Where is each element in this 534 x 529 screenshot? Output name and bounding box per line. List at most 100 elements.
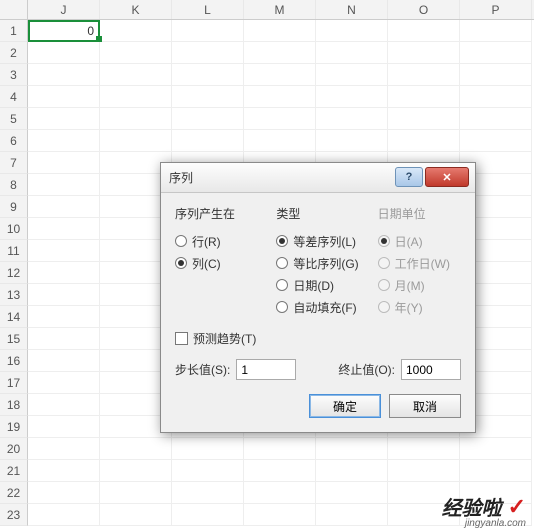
cell[interactable] bbox=[172, 86, 244, 108]
cell[interactable] bbox=[316, 42, 388, 64]
cell[interactable] bbox=[28, 152, 100, 174]
cell[interactable] bbox=[316, 130, 388, 152]
cell[interactable] bbox=[460, 438, 532, 460]
cancel-button[interactable]: 取消 bbox=[389, 394, 461, 418]
cell[interactable] bbox=[28, 350, 100, 372]
cell[interactable] bbox=[172, 64, 244, 86]
cell[interactable] bbox=[100, 438, 172, 460]
cell[interactable] bbox=[316, 20, 388, 42]
cell[interactable] bbox=[316, 86, 388, 108]
cell[interactable] bbox=[388, 108, 460, 130]
cell[interactable] bbox=[100, 64, 172, 86]
col-header[interactable]: M bbox=[244, 0, 316, 19]
cell[interactable] bbox=[460, 108, 532, 130]
row-header[interactable]: 21 bbox=[0, 460, 28, 482]
cell[interactable] bbox=[244, 86, 316, 108]
cell[interactable] bbox=[28, 394, 100, 416]
cell[interactable] bbox=[244, 108, 316, 130]
cell[interactable] bbox=[460, 42, 532, 64]
cell[interactable] bbox=[28, 306, 100, 328]
row-header[interactable]: 15 bbox=[0, 328, 28, 350]
cell[interactable] bbox=[28, 284, 100, 306]
cell[interactable]: 0 bbox=[28, 20, 100, 42]
radio-rows[interactable]: 行(R) bbox=[175, 230, 258, 252]
cell[interactable] bbox=[100, 482, 172, 504]
cell[interactable] bbox=[100, 86, 172, 108]
col-header[interactable]: O bbox=[388, 0, 460, 19]
cell[interactable] bbox=[316, 108, 388, 130]
cell[interactable] bbox=[316, 64, 388, 86]
row-header[interactable]: 9 bbox=[0, 196, 28, 218]
cell[interactable] bbox=[28, 460, 100, 482]
cell[interactable] bbox=[316, 504, 388, 526]
row-header[interactable]: 1 bbox=[0, 20, 28, 42]
cell[interactable] bbox=[28, 416, 100, 438]
select-all-corner[interactable] bbox=[0, 0, 28, 19]
cell[interactable] bbox=[28, 64, 100, 86]
cell[interactable] bbox=[28, 86, 100, 108]
cell[interactable] bbox=[388, 42, 460, 64]
row-header[interactable]: 11 bbox=[0, 240, 28, 262]
cell[interactable] bbox=[244, 438, 316, 460]
cell[interactable] bbox=[28, 438, 100, 460]
row-header[interactable]: 8 bbox=[0, 174, 28, 196]
row-header[interactable]: 19 bbox=[0, 416, 28, 438]
cell[interactable] bbox=[28, 174, 100, 196]
cell[interactable] bbox=[28, 262, 100, 284]
cell[interactable] bbox=[100, 460, 172, 482]
cell[interactable] bbox=[316, 482, 388, 504]
cell[interactable] bbox=[388, 130, 460, 152]
cell[interactable] bbox=[28, 108, 100, 130]
row-header[interactable]: 18 bbox=[0, 394, 28, 416]
row-header[interactable]: 4 bbox=[0, 86, 28, 108]
cell[interactable] bbox=[172, 438, 244, 460]
cell[interactable] bbox=[28, 482, 100, 504]
cell[interactable] bbox=[172, 460, 244, 482]
step-value-input[interactable] bbox=[236, 359, 296, 380]
trend-checkbox[interactable]: 预测趋势(T) bbox=[175, 330, 461, 347]
row-header[interactable]: 6 bbox=[0, 130, 28, 152]
radio-date[interactable]: 日期(D) bbox=[276, 274, 359, 296]
cell[interactable] bbox=[244, 504, 316, 526]
row-header[interactable]: 16 bbox=[0, 350, 28, 372]
ok-button[interactable]: 确定 bbox=[309, 394, 381, 418]
cell[interactable] bbox=[388, 64, 460, 86]
close-button[interactable]: ✕ bbox=[425, 167, 469, 187]
cell[interactable] bbox=[460, 460, 532, 482]
cell[interactable] bbox=[316, 460, 388, 482]
cell[interactable] bbox=[100, 108, 172, 130]
col-header[interactable]: J bbox=[28, 0, 100, 19]
cell[interactable] bbox=[172, 504, 244, 526]
cell[interactable] bbox=[244, 20, 316, 42]
col-header[interactable]: P bbox=[460, 0, 532, 19]
radio-columns[interactable]: 列(C) bbox=[175, 252, 258, 274]
cell[interactable] bbox=[244, 64, 316, 86]
cell[interactable] bbox=[460, 130, 532, 152]
cell[interactable] bbox=[244, 460, 316, 482]
cell[interactable] bbox=[172, 108, 244, 130]
row-header[interactable]: 14 bbox=[0, 306, 28, 328]
cell[interactable] bbox=[172, 42, 244, 64]
row-header[interactable]: 10 bbox=[0, 218, 28, 240]
cell[interactable] bbox=[388, 20, 460, 42]
cell[interactable] bbox=[460, 64, 532, 86]
cell[interactable] bbox=[28, 240, 100, 262]
row-header[interactable]: 13 bbox=[0, 284, 28, 306]
stop-value-input[interactable] bbox=[401, 359, 461, 380]
cell[interactable] bbox=[28, 372, 100, 394]
cell[interactable] bbox=[28, 42, 100, 64]
cell[interactable] bbox=[388, 438, 460, 460]
cell[interactable] bbox=[28, 196, 100, 218]
row-header[interactable]: 7 bbox=[0, 152, 28, 174]
col-header[interactable]: L bbox=[172, 0, 244, 19]
radio-geometric[interactable]: 等比序列(G) bbox=[276, 252, 359, 274]
cell[interactable] bbox=[172, 482, 244, 504]
cell[interactable] bbox=[172, 130, 244, 152]
cell[interactable] bbox=[100, 42, 172, 64]
cell[interactable] bbox=[28, 130, 100, 152]
cell[interactable] bbox=[460, 20, 532, 42]
col-header[interactable]: N bbox=[316, 0, 388, 19]
row-header[interactable]: 12 bbox=[0, 262, 28, 284]
row-header[interactable]: 23 bbox=[0, 504, 28, 526]
cell[interactable] bbox=[172, 20, 244, 42]
